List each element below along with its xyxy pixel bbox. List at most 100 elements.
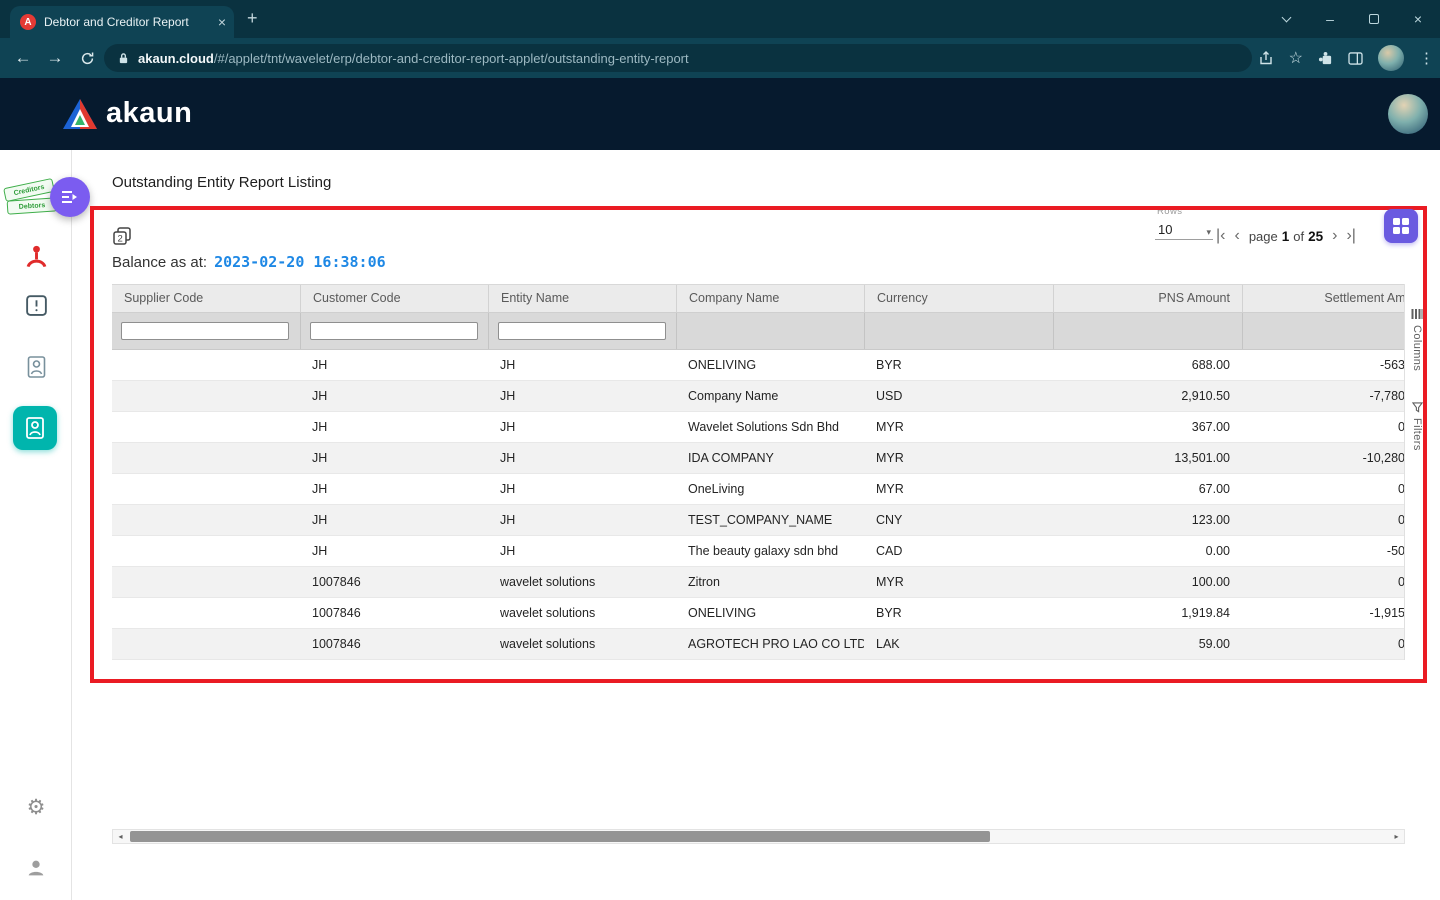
first-page-button[interactable]: |‹ — [1216, 228, 1225, 244]
extensions-puzzle-icon[interactable] — [1318, 51, 1333, 66]
sidebar-item-entity-report-active[interactable] — [13, 406, 57, 450]
cell-pns-amount: 1,919.84 — [1053, 606, 1242, 620]
tab-search-icon[interactable] — [1264, 0, 1308, 38]
column-header-settlement-amount[interactable]: Settlement Amount — [1242, 285, 1405, 312]
table-row[interactable]: JH JH Wavelet Solutions Sdn Bhd MYR 367.… — [112, 412, 1405, 443]
copy-report-icon[interactable]: 2 — [112, 226, 132, 251]
brand-name: akaun — [106, 97, 192, 130]
browser-window: A Debtor and Creditor Report × + – × ← →… — [0, 0, 1440, 900]
cell-company-name: TEST_COMPANY_NAME — [676, 513, 864, 527]
column-header-company-name[interactable]: Company Name — [676, 285, 864, 312]
report-table: Supplier Code Customer Code Entity Name … — [112, 284, 1405, 660]
browser-profile-avatar[interactable] — [1378, 45, 1404, 71]
next-page-button[interactable]: › — [1332, 228, 1337, 244]
entity-name-filter-input[interactable] — [498, 322, 666, 340]
svg-text:2: 2 — [118, 234, 123, 245]
back-button[interactable]: ← — [8, 38, 38, 78]
reload-button[interactable] — [72, 38, 102, 78]
cell-customer-code: JH — [300, 420, 488, 434]
last-page-button[interactable]: ›| — [1346, 228, 1355, 244]
cell-company-name: OneLiving — [676, 482, 864, 496]
window-maximize-button[interactable] — [1352, 0, 1396, 38]
sidebar-item-contacts-report[interactable] — [0, 355, 72, 379]
table-row[interactable]: JH JH OneLiving MYR 67.00 0 — [112, 474, 1405, 505]
cell-currency: MYR — [864, 575, 1053, 589]
previous-page-button[interactable]: ‹ — [1234, 228, 1239, 244]
tab-favicon-icon: A — [20, 14, 36, 30]
window-minimize-button[interactable]: – — [1308, 0, 1352, 38]
table-row[interactable]: 1007846 wavelet solutions ONELIVING BYR … — [112, 598, 1405, 629]
cell-settlement-amount: -1,915 — [1242, 606, 1405, 620]
cell-company-name: The beauty galaxy sdn bhd — [676, 544, 864, 558]
kebab-menu-icon[interactable]: ⋮ — [1419, 49, 1434, 67]
new-tab-button[interactable]: + — [247, 9, 258, 27]
gear-icon: ⚙ — [27, 797, 46, 818]
supplier-code-filter-input[interactable] — [121, 322, 289, 340]
column-header-supplier-code[interactable]: Supplier Code — [112, 285, 300, 312]
bookmark-star-icon[interactable]: ☆ — [1289, 48, 1303, 68]
scroll-right-arrow[interactable]: ▸ — [1389, 830, 1404, 843]
rows-per-page-select[interactable]: 10 ▾ — [1155, 219, 1213, 240]
cell-pns-amount: 123.00 — [1053, 513, 1242, 527]
browser-tab[interactable]: A Debtor and Creditor Report × — [10, 6, 234, 38]
column-header-currency[interactable]: Currency — [864, 285, 1053, 312]
akaun-triangle-logo-icon — [62, 98, 98, 130]
horizontal-scrollbar[interactable]: ◂ ▸ — [112, 829, 1405, 844]
left-sidebar: ⚙ — [0, 150, 72, 900]
page-indicator: page1of25 — [1249, 229, 1323, 244]
customer-code-filter-input[interactable] — [310, 322, 478, 340]
cell-customer-code: JH — [300, 513, 488, 527]
user-avatar[interactable] — [1388, 94, 1428, 134]
cell-currency: MYR — [864, 482, 1053, 496]
cell-settlement-amount: 0 — [1242, 637, 1405, 651]
cell-pns-amount: 59.00 — [1053, 637, 1242, 651]
forward-button[interactable]: → — [40, 38, 70, 78]
cell-company-name: Company Name — [676, 389, 864, 403]
apps-grid-button[interactable] — [1384, 209, 1418, 243]
table-filter-row — [112, 313, 1405, 350]
tab-close-icon[interactable]: × — [218, 15, 226, 29]
cell-settlement-amount: -563 — [1242, 358, 1405, 372]
column-header-pns-amount[interactable]: PNS Amount — [1053, 285, 1242, 312]
cell-currency: BYR — [864, 606, 1053, 620]
sidebar-settings[interactable]: ⚙ — [0, 797, 72, 818]
current-page: 1 — [1282, 229, 1290, 244]
table-row[interactable]: JH JH Company Name USD 2,910.50 -7,780 — [112, 381, 1405, 412]
cell-settlement-amount: 0 — [1242, 420, 1405, 434]
scroll-left-arrow[interactable]: ◂ — [113, 830, 128, 843]
table-row[interactable]: JH JH IDA COMPANY MYR 13,501.00 -10,280 — [112, 443, 1405, 474]
cell-settlement-amount: -50 — [1242, 544, 1405, 558]
column-header-entity-name[interactable]: Entity Name — [488, 285, 676, 312]
column-header-customer-code[interactable]: Customer Code — [300, 285, 488, 312]
pagination: |‹ ‹ page1of25 › ›| — [1216, 223, 1356, 249]
table-row[interactable]: 1007846 wavelet solutions Zitron MYR 100… — [112, 567, 1405, 598]
sidebar-profile[interactable] — [0, 857, 72, 879]
cell-customer-code: JH — [300, 482, 488, 496]
table-row[interactable]: JH JH The beauty galaxy sdn bhd CAD 0.00… — [112, 536, 1405, 567]
sidebar-item-alerts[interactable] — [0, 293, 72, 318]
url-bar[interactable]: akaun.cloud/#/applet/tnt/wavelet/erp/deb… — [104, 44, 1252, 72]
table-row[interactable]: JH JH TEST_COMPANY_NAME CNY 123.00 0 — [112, 505, 1405, 536]
brand-logo[interactable]: akaun — [62, 97, 192, 130]
cell-pns-amount: 67.00 — [1053, 482, 1242, 496]
window-close-button[interactable]: × — [1396, 0, 1440, 38]
scrollbar-thumb[interactable] — [130, 831, 990, 842]
table-row[interactable]: 1007846 wavelet solutions AGROTECH PRO L… — [112, 629, 1405, 660]
sidebar-expand-button[interactable] — [50, 177, 90, 217]
cell-pns-amount: 100.00 — [1053, 575, 1242, 589]
cell-entity-name: JH — [488, 358, 676, 372]
reload-icon — [80, 51, 95, 66]
cell-currency: CAD — [864, 544, 1053, 558]
table-header-row: Supplier Code Customer Code Entity Name … — [112, 284, 1405, 313]
columns-side-tab[interactable]: Columns — [1407, 308, 1427, 371]
share-icon[interactable] — [1258, 50, 1274, 66]
balance-datetime: 2023-02-20 16:38:06 — [214, 253, 386, 271]
cell-customer-code: JH — [300, 389, 488, 403]
table-row[interactable]: JH JH ONELIVING BYR 688.00 -563 — [112, 350, 1405, 381]
rows-per-page-label: Rows — [1157, 206, 1182, 217]
sidebar-item-red-app[interactable] — [0, 243, 72, 270]
cell-settlement-amount: 0 — [1242, 513, 1405, 527]
side-panel-icon[interactable] — [1348, 52, 1363, 65]
filters-side-tab[interactable]: Filters — [1407, 402, 1427, 451]
cell-company-name: IDA COMPANY — [676, 451, 864, 465]
